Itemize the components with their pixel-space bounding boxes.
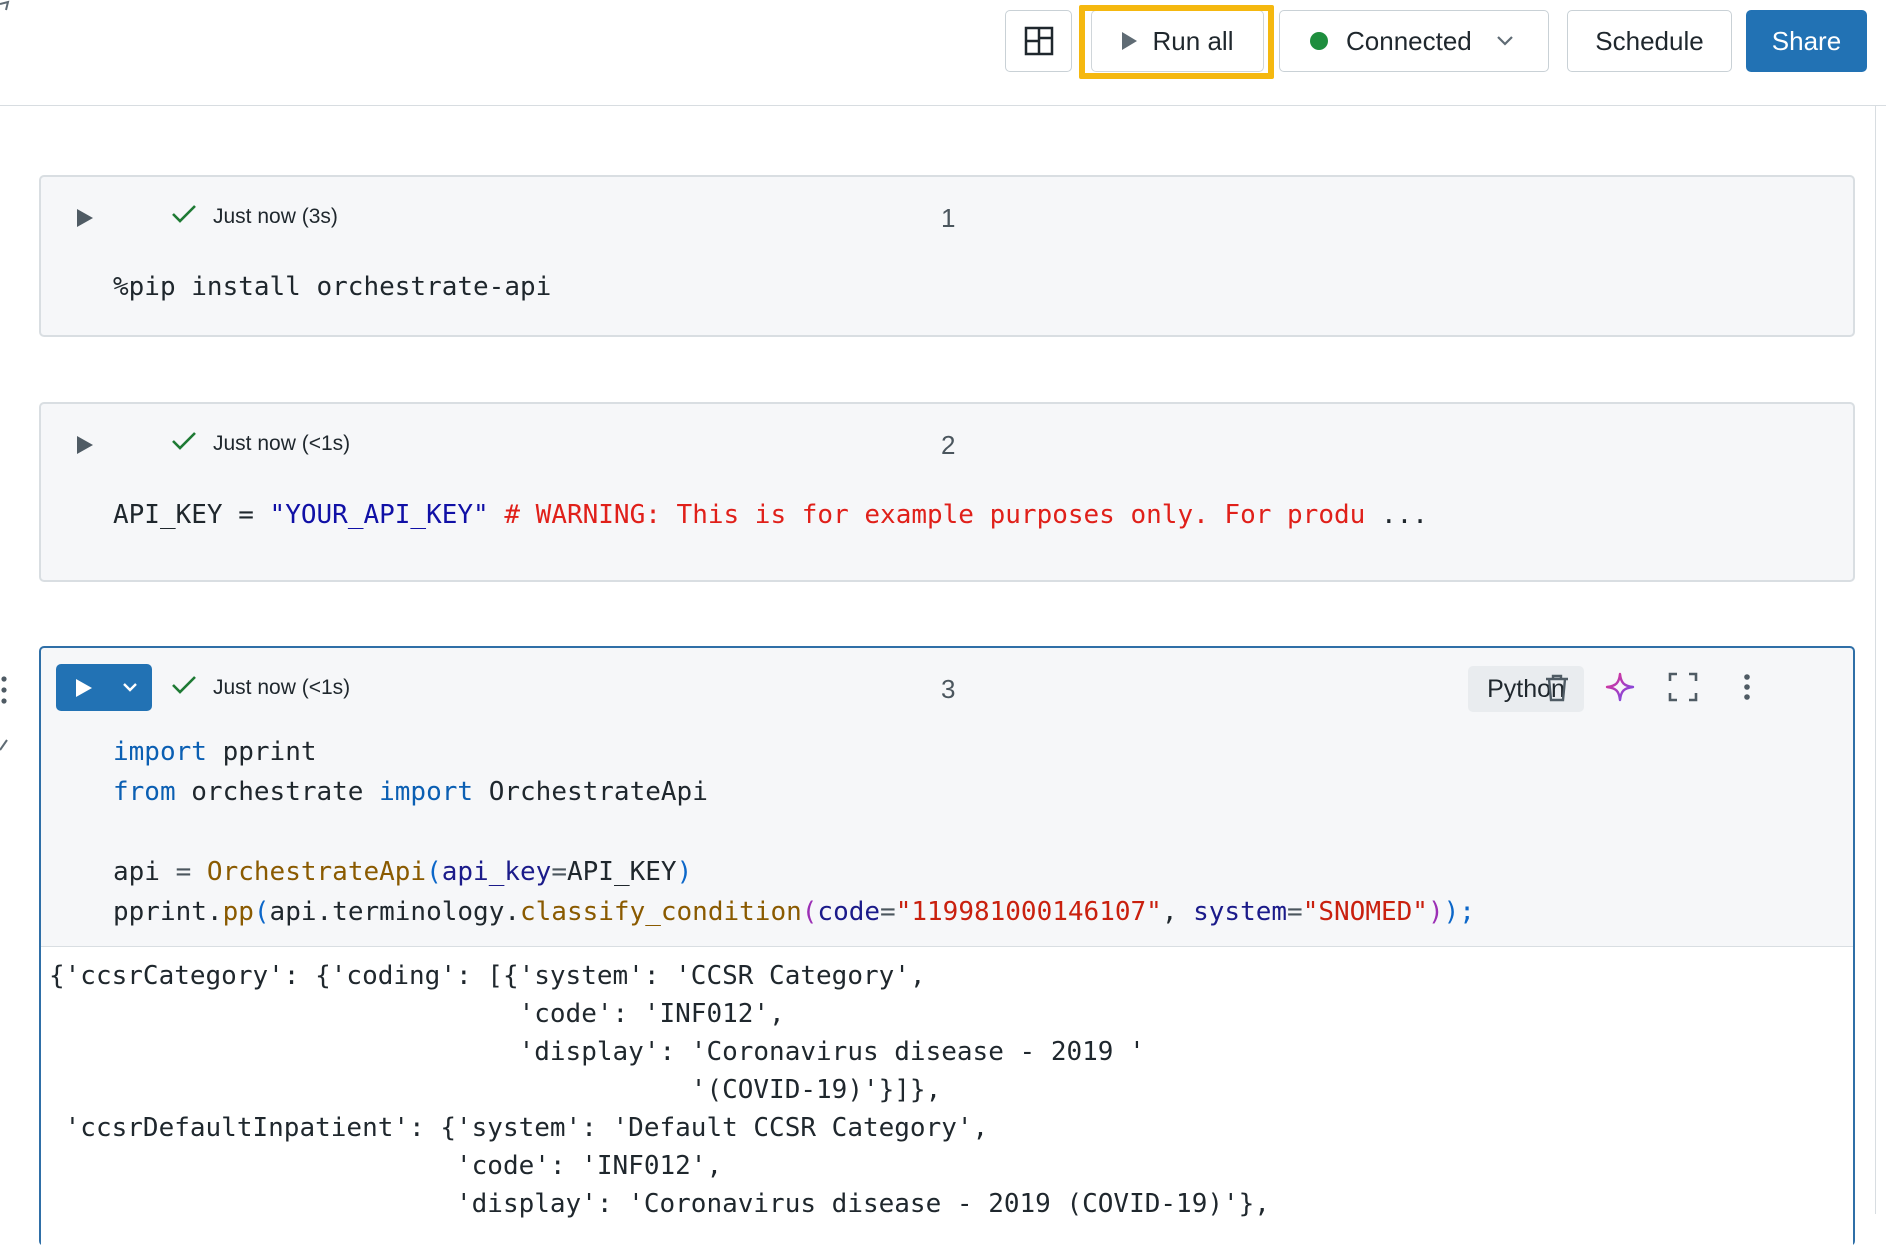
code-argument: api_key	[441, 857, 552, 887]
chevron-down-icon	[1496, 36, 1513, 46]
cell-code[interactable]: API_KEY = "YOUR_API_KEY" # WARNING: This…	[113, 500, 1428, 530]
code-token: pprint.	[113, 897, 223, 927]
code-operator: =	[1287, 897, 1303, 927]
code-line: pprint.pp(api.terminology.classify_condi…	[113, 892, 1475, 932]
code-argument: code	[817, 897, 881, 927]
cell-number: 2	[941, 430, 956, 460]
cell-run-status: Just now (3s)	[213, 205, 338, 228]
code-keyword: import	[113, 737, 207, 767]
share-label: Share	[1771, 25, 1842, 56]
cell-code[interactable]: import pprint from orchestrate import Orc…	[113, 732, 1475, 932]
code-keyword: import	[379, 777, 474, 807]
drag-handle-icon[interactable]	[0, 675, 8, 705]
cell-run-status: Just now (<1s)	[213, 432, 351, 455]
notebook-cell-2[interactable]: Just now (<1s) 2 API_KEY = "YOUR_API_KEY…	[39, 402, 1855, 582]
schedule-button[interactable]: Schedule	[1567, 10, 1732, 72]
fullscreen-icon[interactable]	[1667, 671, 1699, 703]
layout-button[interactable]	[1005, 10, 1072, 72]
code-comment: # WARNING: This is for example purposes …	[488, 500, 1366, 530]
code-token: api	[113, 857, 176, 887]
cell-code[interactable]: %pip install orchestrate-api	[113, 272, 551, 302]
code-token: pprint	[206, 737, 317, 767]
code-operator: =	[175, 857, 192, 887]
share-button[interactable]: Share	[1746, 10, 1867, 72]
notebook-cell-3[interactable]: Just now (<1s) 3 Python import pprint fro…	[39, 646, 1855, 1249]
cell-output-text: {'ccsrCategory': {'coding': [{'system': …	[49, 961, 1270, 1219]
code-token: =	[222, 500, 270, 530]
check-icon	[172, 432, 196, 450]
connected-status-dot	[1310, 32, 1328, 50]
code-keyword: from	[113, 777, 176, 807]
notebook-toolbar: Run all Connected Schedule Share	[0, 0, 1886, 106]
code-token: api.terminology.	[269, 897, 520, 927]
code-paren: (	[801, 897, 818, 927]
connected-label: Connected	[1346, 25, 1472, 56]
cell-number: 1	[941, 203, 956, 233]
code-paren: );	[1443, 897, 1475, 927]
run-cell-split-button[interactable]	[56, 664, 152, 711]
run-cell-icon[interactable]	[77, 209, 93, 227]
cell-run-status: Just now (<1s)	[213, 676, 351, 699]
code-operator: =	[880, 897, 896, 927]
code-function: OrchestrateApi	[191, 857, 427, 887]
code-token: OrchestrateApi	[473, 777, 708, 807]
cell-number: 3	[941, 674, 956, 704]
code-argument: system	[1193, 897, 1288, 927]
collapse-arrow-icon[interactable]	[0, 0, 10, 26]
run-cell-icon[interactable]	[77, 436, 93, 454]
trash-icon[interactable]	[1541, 671, 1573, 703]
code-paren: )	[1427, 897, 1444, 927]
code-token: orchestrate	[175, 777, 380, 807]
assistant-sparkle-icon[interactable]	[1604, 671, 1636, 703]
code-function: pp	[222, 897, 254, 927]
code-function: classify_condition	[520, 897, 802, 927]
code-token: ,	[1161, 897, 1194, 927]
layout-grid-icon	[1024, 26, 1053, 56]
code-string: "SNOMED"	[1302, 897, 1428, 927]
check-icon	[172, 676, 196, 694]
code-string: "YOUR_API_KEY"	[269, 500, 489, 530]
check-icon	[172, 205, 196, 223]
code-operator: =	[551, 857, 567, 887]
compute-status-dropdown[interactable]: Connected	[1279, 10, 1549, 72]
chevron-down-icon	[123, 683, 137, 692]
code-line: import pprint	[113, 732, 1475, 772]
collapse-cell-icon[interactable]	[0, 738, 8, 752]
cell-output: {'ccsrCategory': {'coding': [{'system': …	[41, 946, 1853, 1249]
code-paren: (	[426, 857, 442, 887]
code-paren: )	[676, 857, 693, 887]
more-options-icon[interactable]	[1731, 671, 1763, 703]
code-line: from orchestrate import OrchestrateApi	[113, 772, 1475, 812]
run-all-highlight	[1079, 5, 1274, 79]
panel-divider	[1875, 105, 1876, 1214]
schedule-label: Schedule	[1595, 25, 1704, 56]
code-string: "119981000146107"	[895, 897, 1162, 927]
code-ellipsis: ...	[1365, 500, 1428, 530]
play-icon	[76, 678, 92, 697]
notebook-cell-1[interactable]: Just now (3s) 1 %pip install orchestrate…	[39, 175, 1855, 337]
code-token: API_KEY	[566, 857, 677, 887]
code-token: API_KEY	[113, 500, 223, 530]
code-paren: (	[253, 897, 270, 927]
code-line: api = OrchestrateApi(api_key=API_KEY)	[113, 852, 1475, 892]
